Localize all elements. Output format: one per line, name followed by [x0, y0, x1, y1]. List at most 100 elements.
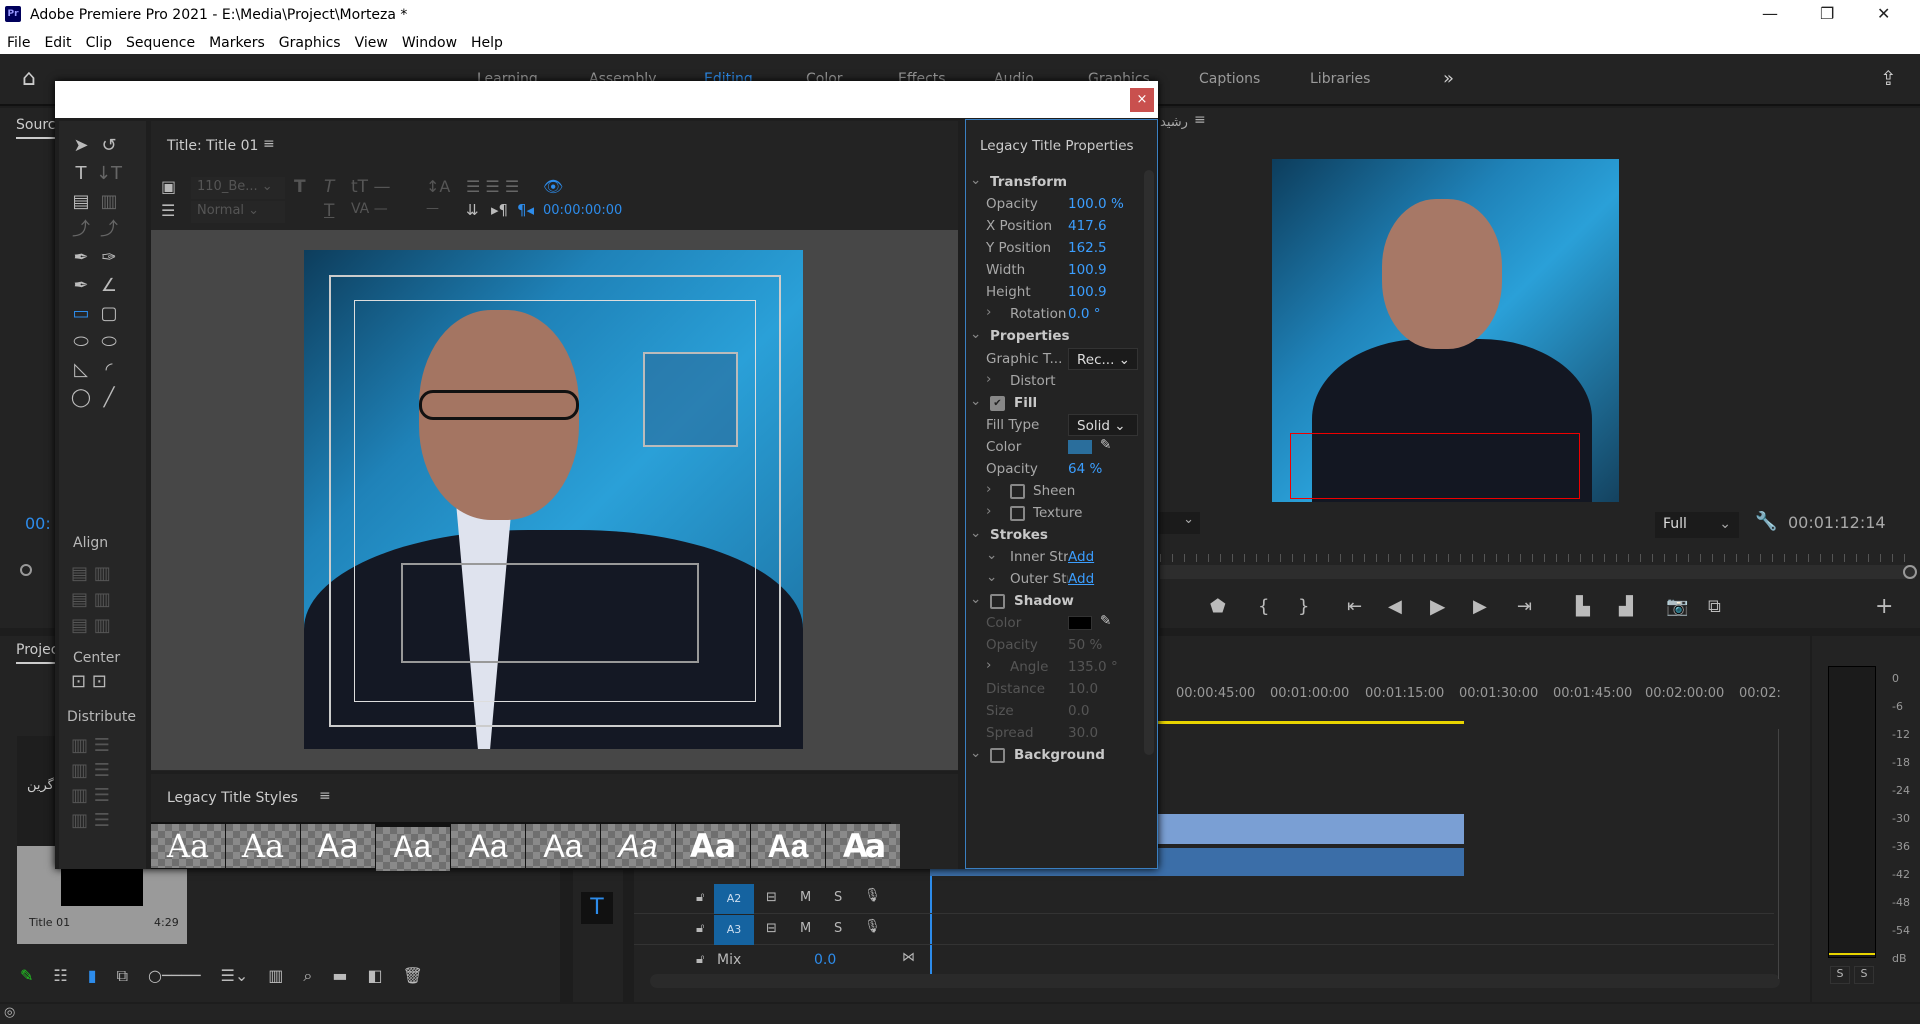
template-icon[interactable]: ▣ [161, 177, 176, 196]
type-tool-icon[interactable]: T [581, 892, 613, 924]
freeform-view-icon[interactable]: ⧉ [117, 966, 128, 986]
vertical-path-type-icon[interactable]: ⤴ [95, 217, 123, 241]
go-to-out-icon[interactable]: ⇥ [1517, 596, 1532, 617]
mute-button[interactable]: M [800, 890, 811, 905]
fill-opacity-value[interactable]: 64 % [1068, 461, 1102, 477]
dialog-close-button[interactable]: × [1130, 88, 1154, 112]
bold-icon[interactable]: T [294, 177, 306, 197]
icon-view-icon[interactable]: ▮ [88, 966, 97, 986]
convert-anchor-icon[interactable]: ∠ [95, 273, 123, 297]
style-swatch[interactable]: Aa [451, 824, 525, 868]
solo-button[interactable]: S [834, 890, 842, 905]
maximize-icon[interactable]: ❐ [1820, 4, 1834, 23]
automate-icon[interactable]: ▥ [268, 966, 283, 986]
rounded-corner-icon[interactable]: ⬭ [95, 329, 123, 353]
shadow-color-swatch[interactable] [1068, 616, 1092, 630]
list-view-icon[interactable]: ☷ [53, 966, 67, 986]
tracking-value[interactable]: — [426, 201, 439, 216]
shadow-section[interactable]: ⌄ Shadow [966, 590, 1146, 612]
minimize-icon[interactable]: — [1762, 4, 1778, 23]
work-area-bar[interactable] [1158, 721, 1464, 724]
graphic-type-dropdown[interactable]: Rec... ⌄ [1068, 348, 1138, 370]
background-section[interactable]: ⌄ Background [966, 744, 1146, 766]
lock-icon[interactable]: 🔓︎ [696, 921, 704, 936]
play-icon[interactable]: ▶ [1430, 594, 1445, 618]
close-window-icon[interactable]: ✕ [1877, 4, 1890, 23]
dialog-titlebar[interactable]: × [55, 81, 1158, 118]
menu-sequence[interactable]: Sequence [126, 35, 195, 51]
distribute-buttons[interactable]: ▥ ☰ ▥ ☰ ▥ ☰ ▥ ☰ [71, 733, 131, 833]
align-left-icon[interactable]: ☰ ☰ ☰ [466, 177, 519, 196]
eyedropper-icon[interactable]: ✎ [1100, 437, 1111, 453]
texture-checkbox[interactable] [1010, 506, 1025, 521]
share-icon[interactable]: ⇪ [1880, 66, 1897, 90]
track-label[interactable]: A3 [714, 915, 754, 945]
italic-icon[interactable]: T [324, 177, 334, 197]
path-type-tool-icon[interactable]: ⤴ [67, 217, 95, 241]
menu-markers[interactable]: Markers [209, 35, 265, 51]
center-buttons[interactable]: ⊡ ⊡ [71, 671, 107, 692]
arc-tool-icon[interactable]: ◜ [95, 357, 123, 381]
mix-bowtie-icon[interactable]: ⋈ [902, 950, 915, 965]
mark-in-icon[interactable]: { [1258, 596, 1269, 617]
style-swatch[interactable]: Aa [526, 824, 600, 868]
export-frame-icon[interactable]: 📷 [1666, 596, 1688, 617]
step-back-icon[interactable]: ◀ [1388, 596, 1402, 617]
mark-out-icon[interactable]: } [1298, 596, 1309, 617]
sync-lock-icon[interactable]: ⊟ [766, 921, 777, 936]
properties-section[interactable]: ⌄ Properties [966, 325, 1146, 347]
solo-right-button[interactable]: S [1854, 966, 1874, 984]
fill-checkbox[interactable]: ✔ [990, 396, 1005, 411]
x-position-value[interactable]: 417.6 [1068, 218, 1107, 234]
vertical-type-tool-icon[interactable]: ↓T [95, 161, 123, 185]
rotation-row[interactable]: › Rotation 0.0 ° [966, 303, 1146, 325]
pen-tool-icon[interactable]: ✒ [67, 245, 95, 269]
align-buttons[interactable]: ▤ ▥ ▤ ▥ ▤ ▥ [71, 561, 131, 639]
add-marker-icon[interactable]: ⬟ [1210, 596, 1226, 617]
area-type-tool-icon[interactable]: ▤ [67, 189, 95, 213]
y-position-value[interactable]: 162.5 [1068, 240, 1107, 256]
shadow-checkbox[interactable] [990, 594, 1005, 609]
menu-edit[interactable]: Edit [44, 35, 71, 51]
eyedropper-icon[interactable]: ✎ [1100, 613, 1111, 629]
rectangle-tool-icon[interactable]: ▭ [67, 301, 95, 325]
shadow-distance-value[interactable]: 10.0 [1068, 681, 1098, 697]
find-icon[interactable]: ⌕ [303, 966, 312, 986]
type-tool-icon[interactable]: T [67, 161, 95, 185]
width-value[interactable]: 100.9 [1068, 262, 1107, 278]
microphone-icon[interactable]: 🎙︎ [864, 919, 881, 934]
fill-color-swatch[interactable] [1068, 440, 1092, 454]
style-swatch[interactable]: Aa [826, 824, 900, 868]
rotation-value[interactable]: 0.0 ° [1068, 306, 1101, 322]
leading-icon[interactable]: ↕A [426, 177, 450, 196]
paragraph-ltr-icon[interactable]: ▸¶ [491, 201, 508, 219]
menu-graphics[interactable]: Graphics [279, 35, 341, 51]
panel-menu-icon[interactable]: ≡ [263, 136, 275, 152]
style-swatch[interactable]: Aa [376, 827, 450, 871]
lock-icon[interactable]: 🔓︎ [696, 890, 704, 905]
timeline-scrollbar[interactable] [650, 974, 1780, 988]
add-anchor-icon[interactable]: ✒ [67, 273, 95, 297]
show-background-video-icon[interactable]: 👁 [543, 177, 563, 196]
video-clip[interactable] [1158, 814, 1464, 844]
solo-button[interactable]: S [834, 921, 842, 936]
more-workspaces-icon[interactable]: » [1443, 68, 1454, 89]
delete-anchor-icon[interactable]: ✑ [95, 245, 123, 269]
program-ruler[interactable] [1160, 554, 1915, 562]
pencil-icon[interactable]: ✎ [20, 966, 33, 986]
menu-help[interactable]: Help [471, 35, 503, 51]
clipped-corner-icon[interactable]: ⬭ [67, 329, 95, 353]
style-swatch[interactable]: Aa [601, 824, 675, 868]
vertical-area-type-icon[interactable]: ▥ [95, 189, 123, 213]
opacity-value[interactable]: 100.0 % [1068, 196, 1124, 212]
sheen-checkbox[interactable] [1010, 484, 1025, 499]
mute-button[interactable]: M [800, 921, 811, 936]
resolution-dropdown[interactable]: Full ⌄ [1655, 512, 1739, 538]
menu-file[interactable]: File [7, 35, 30, 51]
texture-row[interactable]: › Texture [966, 502, 1146, 524]
font-style-dropdown[interactable]: Normal ⌄ [191, 201, 285, 223]
fill-section[interactable]: ⌄ ✔ Fill [966, 392, 1146, 414]
program-sequence-name[interactable]: رشید [1160, 115, 1188, 130]
shadow-angle-value[interactable]: 135.0 ° [1068, 659, 1118, 675]
menu-window[interactable]: Window [402, 35, 457, 51]
